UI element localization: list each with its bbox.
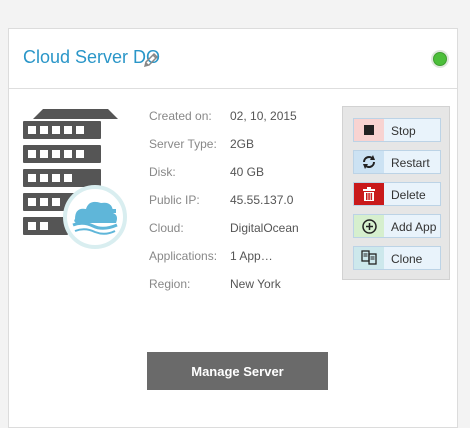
server-title: Cloud Server DO [23, 47, 161, 67]
clone-icon [354, 247, 384, 269]
manage-server-button[interactable]: Manage Server [147, 352, 328, 390]
detail-label: Server Type: [149, 137, 217, 151]
restart-button[interactable]: Restart [353, 150, 441, 174]
restart-label: Restart [391, 156, 430, 170]
detail-value-applications[interactable]: 1 App… [230, 249, 273, 263]
add-app-button[interactable]: Add App [353, 214, 441, 238]
add-app-label: Add App [391, 220, 437, 234]
status-indicator [433, 52, 447, 66]
detail-row-region: Region: New York [149, 277, 349, 293]
detail-row-disk: Disk: 40 GB [149, 165, 349, 181]
detail-row-server-type: Server Type: 2GB [149, 137, 349, 153]
server-card: Cloud Server DO Created on: 02, 10, 2015… [8, 28, 458, 428]
detail-value: 02, 10, 2015 [230, 109, 297, 123]
detail-label: Applications: [149, 249, 218, 263]
stop-button[interactable]: Stop [353, 118, 441, 142]
clone-label: Clone [391, 252, 423, 266]
detail-label: Disk: [149, 165, 176, 179]
detail-value: 2GB [230, 137, 255, 151]
detail-value: New York [230, 277, 281, 291]
refresh-icon [354, 151, 384, 173]
detail-row-cloud: Cloud: DigitalOcean [149, 221, 349, 237]
detail-value: DigitalOcean [230, 221, 299, 235]
stop-square-icon [354, 119, 384, 141]
digitalocean-cloud-icon [63, 185, 127, 249]
detail-label: Cloud: [149, 221, 184, 235]
trash-icon [354, 183, 384, 205]
pencil-icon[interactable] [142, 51, 160, 69]
detail-row-public-ip: Public IP: 45.55.137.0 [149, 193, 349, 209]
clone-button[interactable]: Clone [353, 246, 441, 270]
detail-value: 40 GB [230, 165, 265, 179]
card-header: Cloud Server DO [9, 29, 457, 89]
plus-circle-icon [354, 215, 384, 237]
detail-label: Public IP: [149, 193, 200, 207]
detail-row-created: Created on: 02, 10, 2015 [149, 109, 349, 125]
delete-label: Delete [391, 188, 426, 202]
stop-label: Stop [391, 124, 416, 138]
detail-row-applications: Applications: 1 App… [149, 249, 349, 265]
detail-value: 45.55.137.0 [230, 193, 294, 207]
delete-button[interactable]: Delete [353, 182, 441, 206]
server-rack-icon [23, 109, 127, 249]
detail-label: Created on: [149, 109, 212, 123]
actions-panel: Stop Restart Delete Add App Clone [342, 106, 450, 280]
detail-label: Region: [149, 277, 191, 291]
